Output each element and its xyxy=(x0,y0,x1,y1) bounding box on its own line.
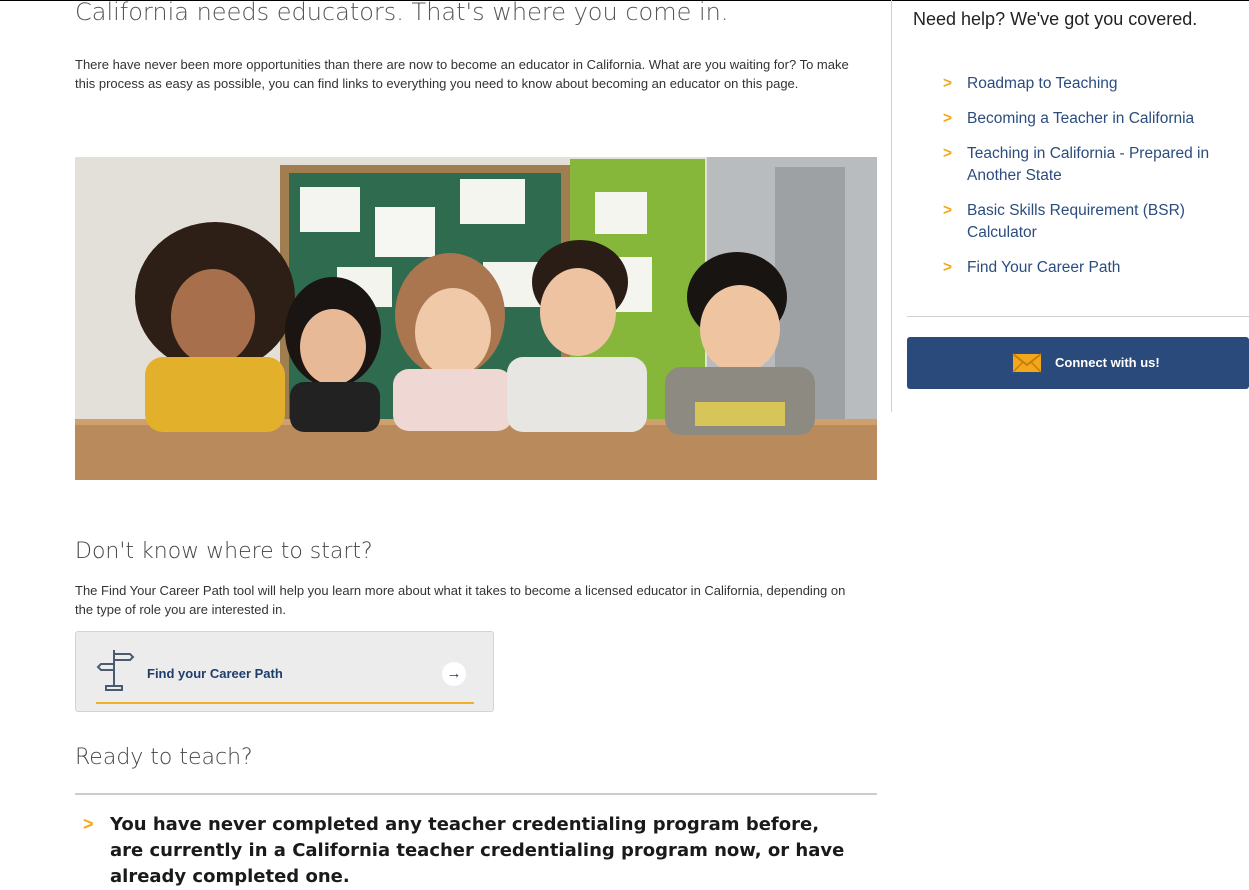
arrow-right-icon: → xyxy=(442,662,466,686)
chevron-right-icon: > xyxy=(83,814,94,834)
sidebar-link-label: Teaching in California - Prepared in Ano… xyxy=(967,145,1210,184)
sidebar-link-becoming-teacher[interactable]: > Becoming a Teacher in California xyxy=(943,108,1243,130)
sidebar-link-label: Find Your Career Path xyxy=(967,259,1121,276)
sidebar-link-label: Roadmap to Teaching xyxy=(967,75,1118,92)
page-heading: California needs educators. That's where… xyxy=(75,0,729,26)
chevron-right-icon: > xyxy=(943,75,953,92)
sidebar-links: > Roadmap to Teaching > Becoming a Teach… xyxy=(943,73,1243,292)
card-underline xyxy=(96,702,474,704)
career-heading: Don't know where to start? xyxy=(75,539,373,564)
sidebar-link-career-path[interactable]: > Find Your Career Path xyxy=(943,257,1243,279)
sidebar-separator xyxy=(907,316,1249,317)
sidebar-link-bsr-calculator[interactable]: > Basic Skills Requirement (BSR) Calcula… xyxy=(943,200,1243,244)
envelope-icon xyxy=(1012,353,1042,378)
hero-image xyxy=(75,157,877,480)
chevron-right-icon: > xyxy=(943,145,953,162)
chevron-right-icon: > xyxy=(943,202,953,219)
career-description: The Find Your Career Path tool will help… xyxy=(75,583,846,617)
sidebar-link-label: Becoming a Teacher in California xyxy=(967,110,1195,127)
ready-item-text: You have never completed any teacher cre… xyxy=(110,814,845,887)
sidebar-link-another-state[interactable]: > Teaching in California - Prepared in A… xyxy=(943,143,1243,187)
classroom-children-illustration xyxy=(75,157,877,480)
sidebar-link-label: Basic Skills Requirement (BSR) Calculato… xyxy=(967,202,1185,241)
sidebar-link-roadmap[interactable]: > Roadmap to Teaching xyxy=(943,73,1243,95)
sidebar-divider xyxy=(891,0,892,412)
career-button-label: Find your Career Path xyxy=(147,666,283,681)
chevron-right-icon: > xyxy=(943,259,953,276)
sidebar-title: Need help? We've got you covered. xyxy=(913,9,1198,29)
signpost-icon xyxy=(96,646,136,697)
connect-with-us-button[interactable]: Connect with us! xyxy=(907,337,1249,389)
intro-paragraph: There have never been more opportunities… xyxy=(75,57,849,91)
connect-label: Connect with us! xyxy=(1055,355,1160,370)
divider xyxy=(75,793,877,795)
ready-heading: Ready to teach? xyxy=(75,745,253,770)
chevron-right-icon: > xyxy=(943,110,953,127)
find-career-path-button[interactable]: Find your Career Path → xyxy=(75,631,494,712)
